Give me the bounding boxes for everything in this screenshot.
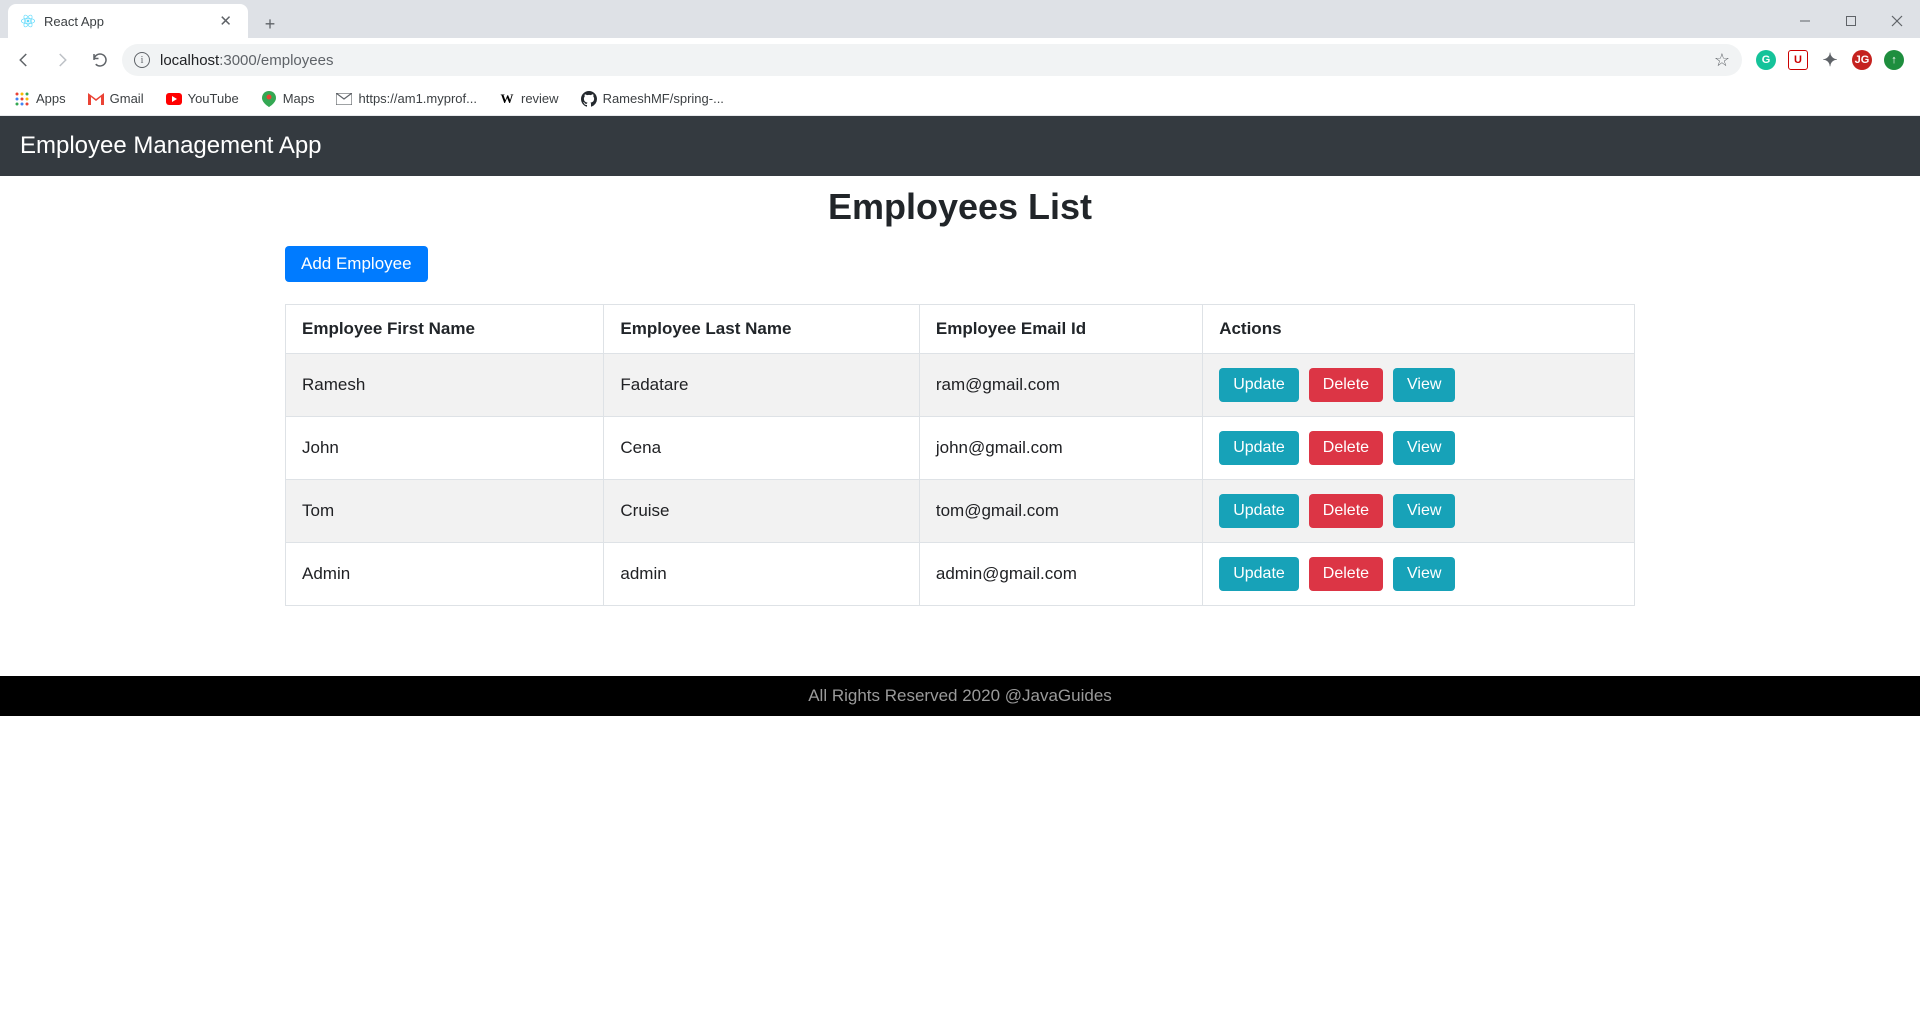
- cell-actions: Update Delete View: [1203, 354, 1635, 417]
- bookmark-apps[interactable]: Apps: [14, 91, 66, 107]
- footer: All Rights Reserved 2020 @JavaGuides: [0, 676, 1920, 716]
- update-button[interactable]: Update: [1219, 557, 1299, 591]
- view-button[interactable]: View: [1393, 368, 1455, 402]
- bookmark-label: review: [521, 91, 559, 106]
- update-icon[interactable]: ↑: [1884, 50, 1904, 70]
- bookmark-star-icon[interactable]: ☆: [1714, 50, 1730, 71]
- browser-tab[interactable]: React App ✕: [8, 4, 248, 38]
- cell-actions: Update Delete View: [1203, 417, 1635, 480]
- view-button[interactable]: View: [1393, 431, 1455, 465]
- cell-last-name: admin: [604, 543, 919, 606]
- table-row: TomCruisetom@gmail.com Update Delete View: [286, 480, 1635, 543]
- url-text: localhost:3000/employees: [160, 52, 333, 69]
- bookmark-label: Maps: [283, 91, 315, 106]
- bookmark-gmail[interactable]: Gmail: [88, 91, 144, 107]
- col-email: Employee Email Id: [919, 305, 1202, 354]
- cell-actions: Update Delete View: [1203, 543, 1635, 606]
- delete-button[interactable]: Delete: [1309, 431, 1383, 465]
- bookmark-label: https://am1.myprof...: [358, 91, 477, 106]
- site-info-icon[interactable]: i: [134, 52, 150, 68]
- mcafee-icon[interactable]: U: [1788, 50, 1808, 70]
- browser-chrome: React App ✕ + i localhost:3000/: [0, 0, 1920, 116]
- bookmark-am1[interactable]: https://am1.myprof...: [336, 91, 477, 107]
- youtube-icon: [166, 91, 182, 107]
- cell-last-name: Fadatare: [604, 354, 919, 417]
- bookmarks-bar: Apps Gmail YouTube Maps https://am1.mypr…: [0, 82, 1920, 116]
- back-button[interactable]: [8, 44, 40, 76]
- bookmark-label: Gmail: [110, 91, 144, 106]
- bookmark-label: YouTube: [188, 91, 239, 106]
- bookmark-review[interactable]: W review: [499, 91, 559, 107]
- tab-close-icon[interactable]: ✕: [215, 12, 236, 30]
- maximize-button[interactable]: [1828, 4, 1874, 38]
- bookmark-maps[interactable]: Maps: [261, 91, 315, 107]
- cell-last-name: Cruise: [604, 480, 919, 543]
- table-header-row: Employee First Name Employee Last Name E…: [286, 305, 1635, 354]
- apps-icon: [14, 91, 30, 107]
- cell-last-name: Cena: [604, 417, 919, 480]
- footer-text: All Rights Reserved 2020 @JavaGuides: [808, 686, 1112, 705]
- col-actions: Actions: [1203, 305, 1635, 354]
- cell-first-name: Ramesh: [286, 354, 604, 417]
- close-window-button[interactable]: [1874, 4, 1920, 38]
- employees-table: Employee First Name Employee Last Name E…: [285, 304, 1635, 606]
- update-button[interactable]: Update: [1219, 368, 1299, 402]
- main-container: Employees List Add Employee Employee Fir…: [285, 186, 1635, 606]
- github-icon: [581, 91, 597, 107]
- cell-first-name: Tom: [286, 480, 604, 543]
- bookmark-label: RameshMF/spring-...: [603, 91, 724, 106]
- view-button[interactable]: View: [1393, 557, 1455, 591]
- minimize-button[interactable]: [1782, 4, 1828, 38]
- update-button[interactable]: Update: [1219, 494, 1299, 528]
- add-employee-button[interactable]: Add Employee: [285, 246, 428, 282]
- new-tab-button[interactable]: +: [256, 10, 284, 38]
- window-controls: [1782, 4, 1920, 38]
- maps-icon: [261, 91, 277, 107]
- browser-toolbar: i localhost:3000/employees ☆ G U ✦ JG ↑: [0, 38, 1920, 82]
- bookmark-youtube[interactable]: YouTube: [166, 91, 239, 107]
- cell-first-name: Admin: [286, 543, 604, 606]
- cell-actions: Update Delete View: [1203, 480, 1635, 543]
- delete-button[interactable]: Delete: [1309, 557, 1383, 591]
- extensions-icon[interactable]: ✦: [1820, 50, 1840, 70]
- col-first-name: Employee First Name: [286, 305, 604, 354]
- bookmark-label: Apps: [36, 91, 66, 106]
- table-row: JohnCenajohn@gmail.com Update Delete View: [286, 417, 1635, 480]
- update-button[interactable]: Update: [1219, 431, 1299, 465]
- table-row: RameshFadatareram@gmail.com Update Delete V…: [286, 354, 1635, 417]
- cell-first-name: John: [286, 417, 604, 480]
- app-navbar: Employee Management App: [0, 116, 1920, 176]
- address-bar[interactable]: i localhost:3000/employees ☆: [122, 44, 1742, 76]
- table-row: Adminadminadmin@gmail.com Update Delete Vie…: [286, 543, 1635, 606]
- cell-email: tom@gmail.com: [919, 480, 1202, 543]
- bookmark-github[interactable]: RameshMF/spring-...: [581, 91, 724, 107]
- delete-button[interactable]: Delete: [1309, 494, 1383, 528]
- delete-button[interactable]: Delete: [1309, 368, 1383, 402]
- tab-strip: React App ✕ +: [0, 0, 1920, 38]
- gmail-icon: [88, 91, 104, 107]
- tab-title: React App: [44, 14, 207, 29]
- cell-email: admin@gmail.com: [919, 543, 1202, 606]
- cell-email: ram@gmail.com: [919, 354, 1202, 417]
- profile-icon[interactable]: JG: [1852, 50, 1872, 70]
- reload-button[interactable]: [84, 44, 116, 76]
- cell-email: john@gmail.com: [919, 417, 1202, 480]
- react-icon: [20, 13, 36, 29]
- wikipedia-icon: W: [499, 91, 515, 107]
- page-title: Employees List: [285, 186, 1635, 228]
- view-button[interactable]: View: [1393, 494, 1455, 528]
- forward-button[interactable]: [46, 44, 78, 76]
- grammarly-icon[interactable]: G: [1756, 50, 1776, 70]
- navbar-brand: Employee Management App: [20, 132, 1900, 160]
- add-button-wrap: Add Employee: [285, 246, 1635, 282]
- col-last-name: Employee Last Name: [604, 305, 919, 354]
- envelope-icon: [336, 91, 352, 107]
- extension-icons: G U ✦ JG ↑: [1748, 50, 1912, 70]
